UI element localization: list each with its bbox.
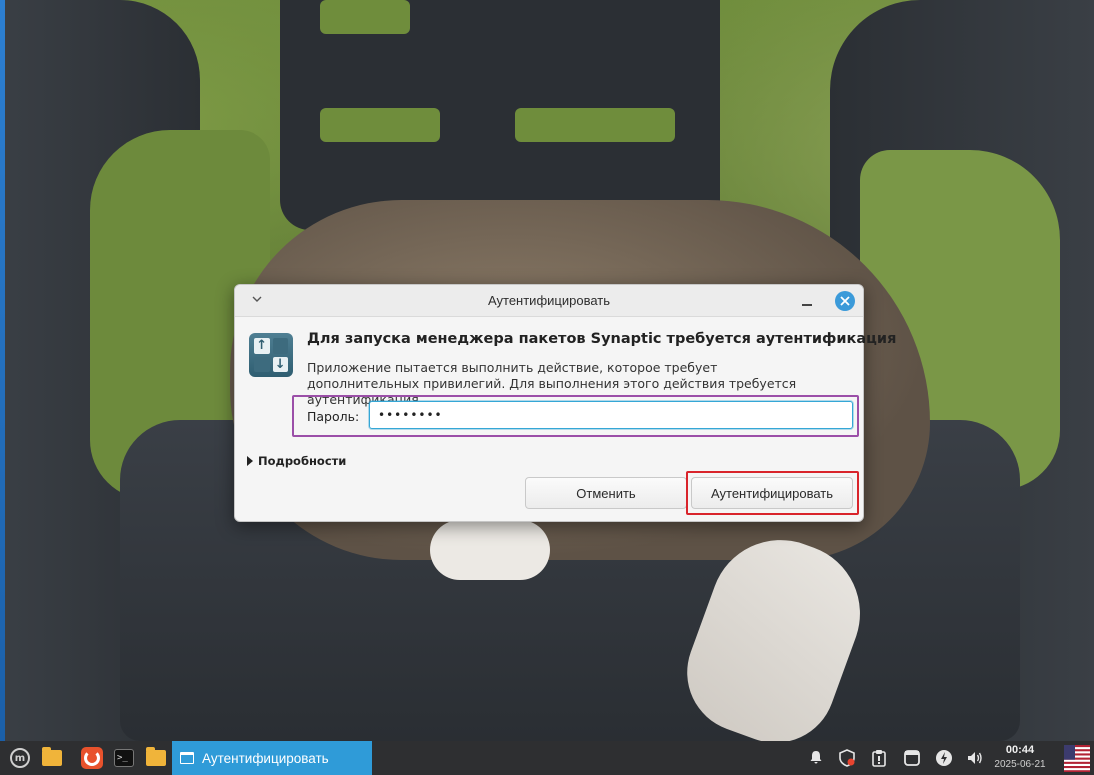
auth-dialog: Аутентифицировать ↑ ↓ Для запуска менедж… [234, 284, 896, 522]
clock-time: 00:44 [1005, 744, 1035, 756]
window-icon [180, 752, 194, 764]
expander-triangle-icon [247, 456, 253, 466]
terminal-icon: >_ [114, 749, 134, 767]
active-task-label: Аутентифицировать [202, 750, 329, 766]
window-menu-chevron-icon[interactable] [249, 293, 265, 309]
chair-back [280, 0, 720, 230]
mint-menu-button[interactable]: m [8, 746, 32, 770]
bell-icon[interactable] [807, 749, 825, 767]
window-switcher-icon[interactable] [903, 749, 921, 767]
us-flag-icon[interactable] [1064, 745, 1090, 772]
clock[interactable]: 00:44 2025-06-21 [994, 743, 1046, 772]
files-launcher[interactable] [144, 746, 168, 770]
cancel-button[interactable]: Отменить [525, 477, 687, 509]
cat-paw [430, 520, 550, 580]
dialog-title: Аутентифицировать [487, 293, 610, 308]
taskbar: m >_ Аутентифицировать 00:44 2025-06-21 [0, 741, 1094, 775]
details-expander[interactable]: Подробности [247, 454, 346, 468]
synaptic-app-icon: ↑ ↓ [249, 333, 293, 377]
shield-update-icon[interactable] [838, 749, 856, 767]
close-button[interactable] [835, 291, 855, 311]
files-icon [146, 747, 166, 766]
mint-menu-icon: m [10, 748, 30, 768]
show-desktop-button[interactable] [40, 746, 64, 770]
folder-icon [42, 747, 62, 766]
firefox-launcher[interactable] [80, 746, 104, 770]
password-field[interactable] [369, 401, 853, 429]
dialog-titlebar[interactable]: Аутентифицировать [235, 285, 863, 317]
firefox-icon [81, 747, 103, 769]
minimize-icon[interactable] [799, 293, 815, 309]
details-label: Подробности [258, 454, 347, 468]
clipboard-icon[interactable] [870, 749, 888, 767]
terminal-launcher[interactable]: >_ [112, 746, 136, 770]
close-icon [840, 296, 850, 306]
volume-icon[interactable] [966, 749, 984, 767]
clock-date: 2025-06-21 [994, 759, 1046, 770]
authenticate-button[interactable]: Аутентифицировать [691, 477, 853, 509]
password-label: Пароль: [307, 409, 360, 424]
dialog-heading: Для запуска менеджера пакетов Synaptic т… [307, 331, 897, 347]
desktop-left-edge [0, 0, 5, 741]
power-icon[interactable] [935, 749, 953, 767]
taskbar-active-window[interactable]: Аутентифицировать [172, 741, 372, 775]
